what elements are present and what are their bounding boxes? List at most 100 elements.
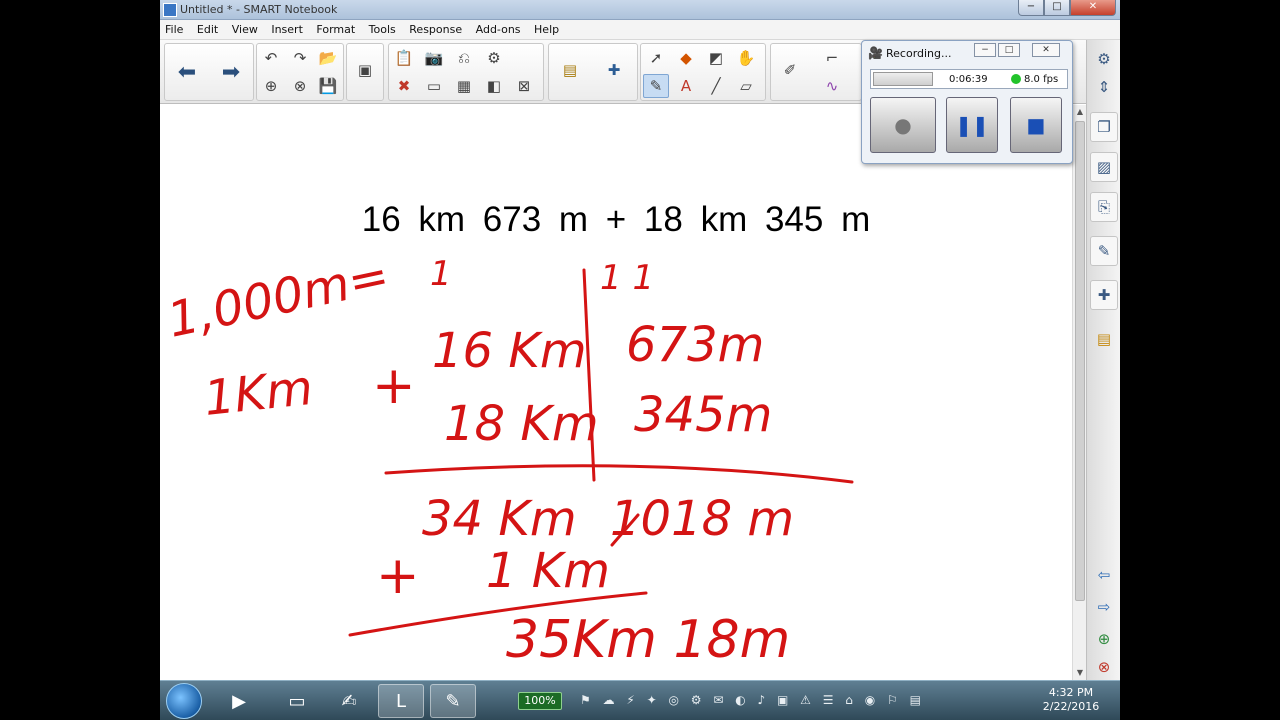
row1-km: 16 Km [432,323,587,379]
maximize-button[interactable]: □ [1044,0,1070,16]
save-icon[interactable]: 💾 [315,74,341,98]
menu-edit[interactable]: Edit [192,20,223,36]
row1-m: 673m [626,317,764,373]
recorder-elapsed: 0:06:39 [949,74,988,85]
eraser-icon[interactable]: ◩ [703,46,729,70]
screen-shade-icon[interactable]: ▣ [352,58,378,82]
attachments-icon[interactable]: ⎘ [1090,192,1118,222]
carry-km: 1 [430,254,452,294]
lesson-activity-icon[interactable]: ▤ [1090,324,1118,354]
add-page-icon[interactable]: ⊕ [258,74,284,98]
menu-file[interactable]: File [160,20,188,36]
recorder-close-button[interactable]: ✕ [1032,43,1060,57]
select-icon[interactable]: ➚ [643,46,669,70]
shapes-icon[interactable]: ◆ [673,46,699,70]
conversion-top: 1,000m= [163,247,394,348]
recorder-restore-button[interactable]: □ [998,43,1020,57]
next-page-arrow-icon[interactable]: ⇨ [1090,592,1118,622]
scroll-thumb[interactable] [1075,121,1085,601]
addons-puzzle-icon[interactable]: ✚ [601,58,627,82]
whiteboard-canvas[interactable]: 16 km 673 m + 18 km 345 m 1,000m= 1Km 1 … [160,105,1072,680]
display-icon[interactable]: ▭ [421,74,447,98]
file-explorer-icon[interactable]: ▭ [274,684,320,718]
redo-icon[interactable]: ↷ [287,46,313,70]
record-button[interactable]: ● [870,97,936,153]
clear-icon[interactable]: ⎌ [451,46,477,70]
taskbar: ▶ ▭ ✍ L ✎ 100% ⚑ ☁ ⚡ ✦ ◎ ⚙ ✉ ◐ ♪ ▣ ⚠ ☰ ⌂… [160,680,1120,720]
window-title: Untitled * - SMART Notebook [180,3,338,16]
clock-time: 4:32 PM [1048,686,1094,699]
vertical-scrollbar[interactable]: ▲ ▼ [1072,105,1086,680]
result: 35Km 18m [506,610,790,670]
minimize-button[interactable]: − [1018,0,1044,16]
smart-notebook-window: Untitled * - SMART Notebook − □ ✕ File E… [160,0,1120,720]
menu-response[interactable]: Response [404,20,467,36]
capture-icon[interactable]: 📷 [421,46,447,70]
menu-insert[interactable]: Insert [266,20,308,36]
navigation-group: ⬅ ➡ [164,43,254,101]
full-screen-icon[interactable]: ⊠ [511,74,537,98]
row2-m: 345m [634,387,772,443]
clock[interactable]: 4:32 PM 2/22/2016 [1028,686,1114,714]
table-icon[interactable]: ▦ [451,74,477,98]
line-style-icon[interactable]: ⌐ [819,46,845,70]
stop-button[interactable]: ■ [1010,97,1062,153]
delete-page-side-icon[interactable]: ⊗ [1090,652,1118,682]
settings-gear-icon[interactable]: ⚙ [1090,44,1118,74]
row2-km: 18 Km [444,396,599,452]
carry-row: 1 Km [486,543,610,599]
lync-icon[interactable]: L [378,684,424,718]
delete-icon[interactable]: ✖ [391,74,417,98]
recorder-source-dropdown[interactable] [873,72,933,86]
eraser-tool-icon[interactable]: ▱ [733,74,759,98]
open-file-icon[interactable]: 📂 [315,46,341,70]
smart-ink-icon[interactable]: ✍ [326,684,372,718]
properties-icon[interactable]: ✎ [1090,236,1118,266]
menu-format[interactable]: Format [311,20,360,36]
drawing-group: ➚ ◆ ◩ ✋ ✎ A ╱ ▱ [640,43,766,101]
handwritten-ink: 1,000m= 1Km 1 1 1 + 16 Km 673m 18 Km 345… [163,247,854,670]
start-button[interactable] [166,683,202,719]
gallery-icon[interactable]: ▤ [557,58,583,82]
menu-view[interactable]: View [227,20,263,36]
close-button[interactable]: ✕ [1070,0,1116,16]
pen-properties-icon[interactable]: ✐ [777,58,803,82]
scroll-up-icon[interactable]: ▲ [1073,105,1087,119]
page-sorter-icon[interactable]: ❐ [1090,112,1118,142]
system-tray-icons[interactable]: ⚑ ☁ ⚡ ✦ ◎ ⚙ ✉ ◐ ♪ ▣ ⚠ ☰ ⌂ ◉ ⚐ ▤ [580,693,925,707]
move-sidebar-icon[interactable]: ⇕ [1090,72,1118,102]
sum-m: 1018 m [610,491,794,547]
recorder-fps: 8.0 fps [1024,74,1059,85]
gallery-tab-icon[interactable]: ▨ [1090,152,1118,182]
fill-icon[interactable]: ✋ [733,46,759,70]
media-player-icon[interactable]: ▶ [216,684,262,718]
undo-icon[interactable]: ↶ [258,46,284,70]
media-icon[interactable]: ⚙ [481,46,507,70]
delete-page-icon[interactable]: ⊗ [287,74,313,98]
menu-tools[interactable]: Tools [364,20,401,36]
previous-page-arrow-icon[interactable]: ⇦ [1090,560,1118,590]
pause-button[interactable]: ❚❚ [946,97,998,153]
smart-notebook-taskbar-icon[interactable]: ✎ [430,684,476,718]
tools-group: 📋 📷 ⎌ ⚙ ✖ ▭ ▦ ◧ ⊠ [388,43,544,101]
scroll-down-icon[interactable]: ▼ [1073,666,1087,680]
addons-tab-icon[interactable]: ✚ [1090,280,1118,310]
paste-icon[interactable]: 📋 [391,46,417,70]
previous-page-icon[interactable]: ⬅ [167,45,207,99]
clock-date: 2/22/2016 [1042,700,1100,713]
pen-icon[interactable]: ✎ [643,74,669,98]
edit-group: ↶ ↷ 📂 ⊕ ⊗ 💾 [256,43,344,101]
menu-help[interactable]: Help [529,20,564,36]
title-bar: Untitled * - SMART Notebook − □ ✕ [160,0,1120,20]
recorder-minimize-button[interactable]: − [974,43,996,57]
battery-indicator[interactable]: 100% [518,692,562,710]
line-icon[interactable]: ╱ [703,74,729,98]
menu-addons[interactable]: Add-ons [471,20,526,36]
document-camera-icon[interactable]: ◧ [481,74,507,98]
next-page-icon[interactable]: ➡ [211,45,251,99]
line-color-icon[interactable]: ∿ [819,74,845,98]
pen-properties-group: ✐ ⌐ ∿ [770,43,862,101]
plus-first: + [372,356,416,416]
add-page-side-icon[interactable]: ⊕ [1090,624,1118,654]
text-icon[interactable]: A [673,74,699,98]
